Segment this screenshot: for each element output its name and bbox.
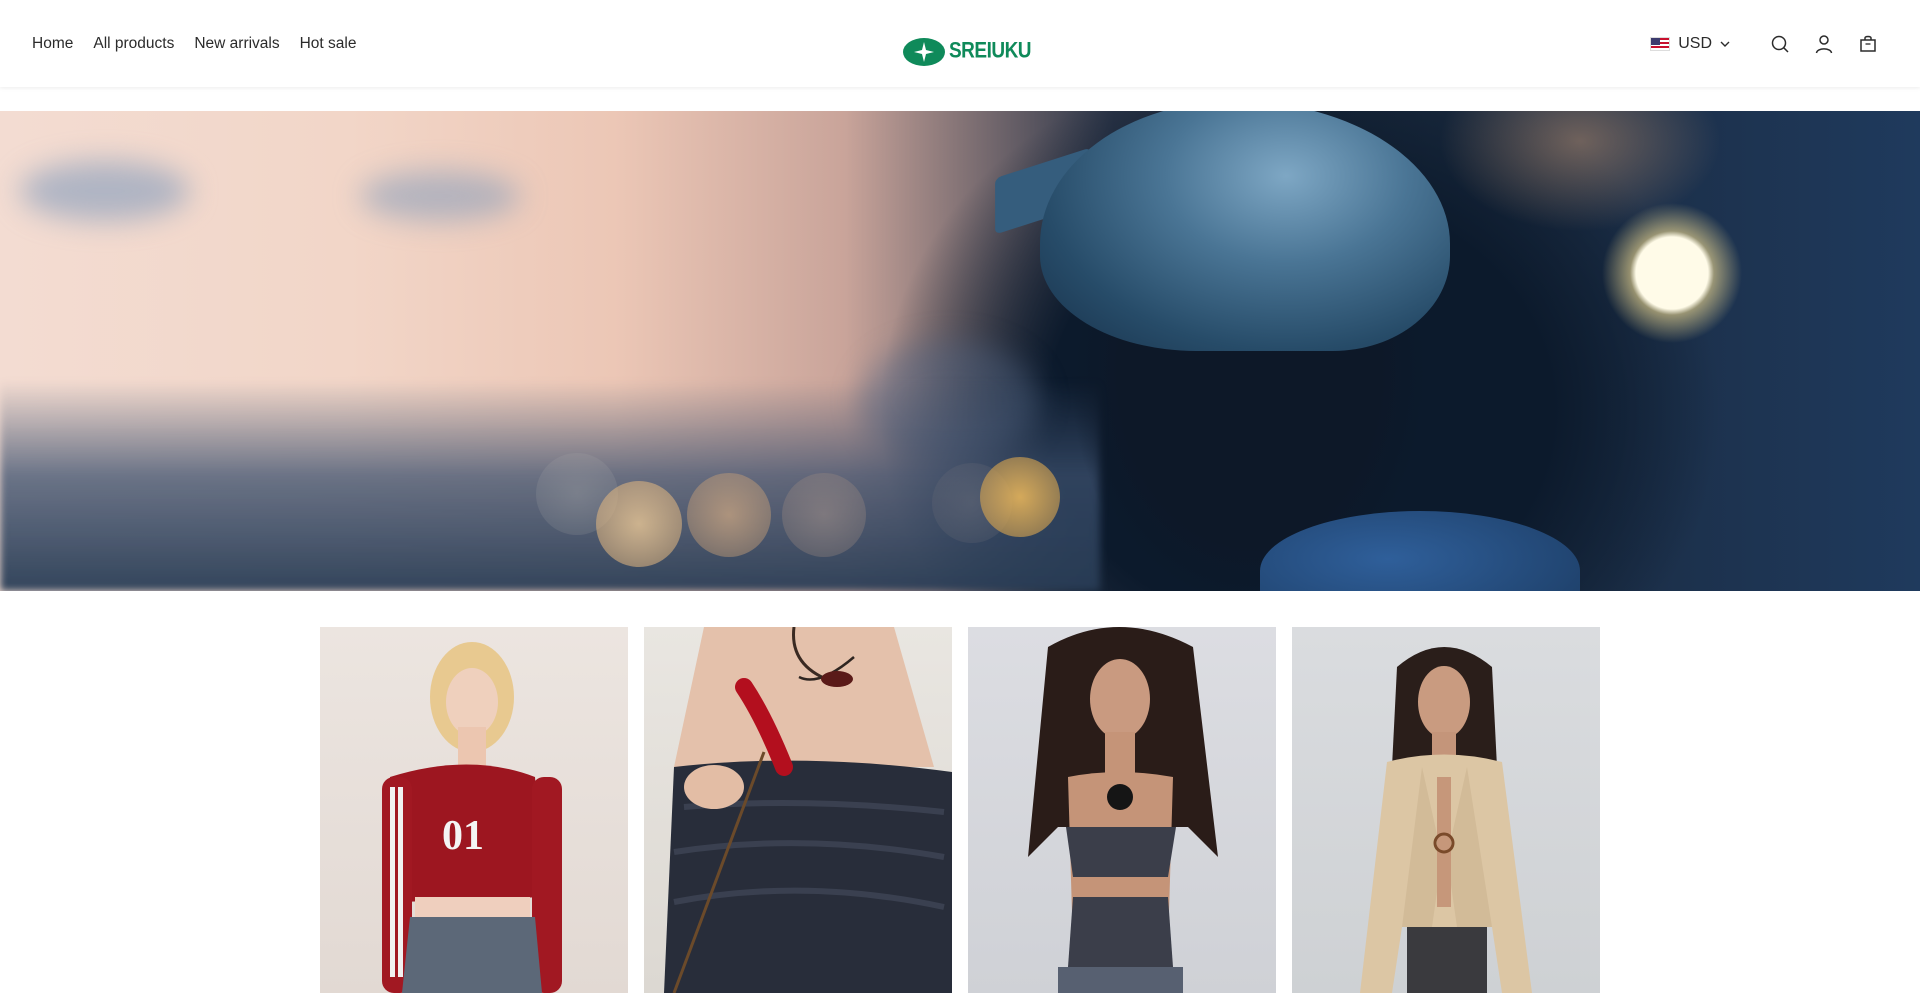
account-button[interactable] <box>1802 22 1846 66</box>
brand-name: SREIUKU <box>949 39 1032 64</box>
product-image <box>968 627 1276 993</box>
main-nav: Home All products New arrivals Hot sale <box>32 0 356 87</box>
sparkle-logo-icon <box>903 38 945 66</box>
product-card[interactable]: 01 <box>320 627 628 993</box>
hero-bokeh <box>782 473 866 557</box>
chevron-down-icon <box>1720 41 1730 47</box>
currency-label: USD <box>1678 34 1712 52</box>
product-card[interactable] <box>1292 627 1600 993</box>
cart-button[interactable] <box>1846 22 1890 66</box>
currency-selector[interactable]: USD <box>1650 35 1730 53</box>
product-image: 01 <box>320 627 628 993</box>
hero-helmet <box>1040 111 1450 351</box>
nav-new-arrivals[interactable]: New arrivals <box>194 35 279 53</box>
nav-all-products[interactable]: All products <box>93 35 174 53</box>
svg-text:01: 01 <box>442 813 484 859</box>
hero-cloud <box>360 171 520 221</box>
product-card[interactable] <box>968 627 1276 993</box>
us-flag-icon <box>1650 36 1671 51</box>
hero-cloud <box>20 161 190 221</box>
cart-icon <box>1860 35 1876 52</box>
account-icon <box>1815 34 1833 53</box>
hero-banner[interactable] <box>0 111 1920 591</box>
search-icon <box>1771 35 1789 53</box>
product-card[interactable] <box>644 627 952 993</box>
product-image <box>644 627 952 993</box>
site-header: Home All products New arrivals Hot sale … <box>0 0 1920 87</box>
nav-home[interactable]: Home <box>32 35 73 53</box>
hero-bokeh <box>596 481 682 567</box>
product-grid: 01 <box>320 627 1600 993</box>
header-tools: USD <box>1650 0 1890 87</box>
hero-bokeh <box>687 473 771 557</box>
brand-logo[interactable]: SREIUKU <box>903 37 1032 67</box>
product-image <box>1292 627 1600 993</box>
search-button[interactable] <box>1758 22 1802 66</box>
nav-hot-sale[interactable]: Hot sale <box>300 35 357 53</box>
